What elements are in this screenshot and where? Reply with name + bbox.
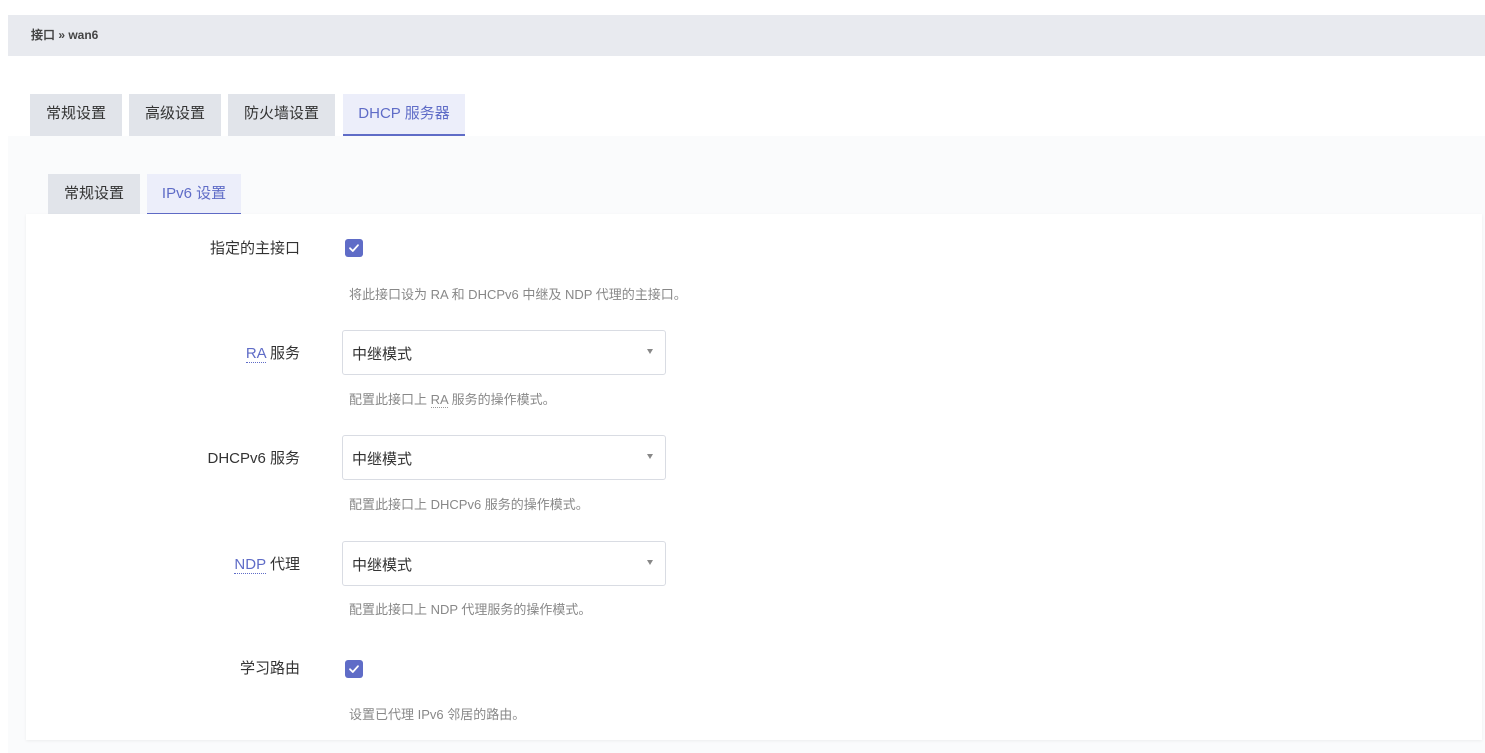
ra-help-post: 服务的操作模式。 (447, 392, 556, 407)
ra-service-value: 中继模式 (352, 346, 413, 363)
ra-abbr: RA (245, 345, 266, 363)
ndp-proxy-value: 中继模式 (352, 557, 413, 574)
dhcpv6-help: 配置此接口上 DHCPv6 服务的操作模式。 (349, 497, 589, 512)
chevron-down-icon (647, 349, 653, 354)
subtab-ipv6[interactable]: IPv6 设置 (147, 174, 241, 215)
ndp-label-rest: 代理 (265, 556, 300, 573)
tab-general[interactable]: 常规设置 (30, 94, 122, 136)
tab-advanced[interactable]: 高级设置 (129, 94, 221, 136)
subtab-general[interactable]: 常规设置 (48, 174, 140, 215)
ndp-label: NDP 代理 (234, 553, 300, 574)
chevron-down-icon (647, 560, 653, 565)
ndp-proxy-select[interactable]: 中继模式 (342, 541, 666, 586)
ra-help-pre: 配置此接口上 (349, 392, 431, 407)
ra-label-rest: 服务 (265, 345, 300, 362)
ipv6-settings-section: 指定的主接口 将此接口设为 RA 和 DHCPv6 中继及 NDP 代理的主接口… (26, 214, 1482, 740)
ndp-help: 配置此接口上 NDP 代理服务的操作模式。 (349, 602, 592, 617)
dhcpv6-service-select[interactable]: 中继模式 (342, 435, 666, 480)
learn-routes-checkbox[interactable] (345, 660, 363, 678)
ra-label: RA 服务 (245, 342, 300, 363)
learn-routes-label: 学习路由 (239, 660, 300, 677)
ra-help: 配置此接口上 RA 服务的操作模式。 (349, 389, 556, 408)
chevron-down-icon (647, 454, 653, 459)
master-checkbox[interactable] (345, 239, 363, 257)
master-help: 将此接口设为 RA 和 DHCPv6 中继及 NDP 代理的主接口。 (349, 287, 687, 302)
dhcpv6-label: DHCPv6 服务 (207, 450, 300, 467)
ra-service-select[interactable]: 中继模式 (342, 330, 666, 375)
breadcrumb-text: 接口 » wan6 (31, 28, 99, 42)
ndp-abbr: NDP (234, 556, 266, 574)
ra-help-abbr: RA (430, 392, 448, 408)
learn-routes-help: 设置已代理 IPv6 邻居的路由。 (349, 707, 526, 722)
tab-firewall[interactable]: 防火墙设置 (228, 94, 335, 136)
check-icon (349, 244, 359, 252)
dhcpv6-service-value: 中继模式 (352, 451, 413, 468)
tab-dhcp-server[interactable]: DHCP 服务器 (343, 94, 465, 136)
breadcrumb: 接口 » wan6 (8, 15, 1485, 56)
master-label: 指定的主接口 (209, 240, 300, 257)
check-icon (349, 665, 359, 673)
